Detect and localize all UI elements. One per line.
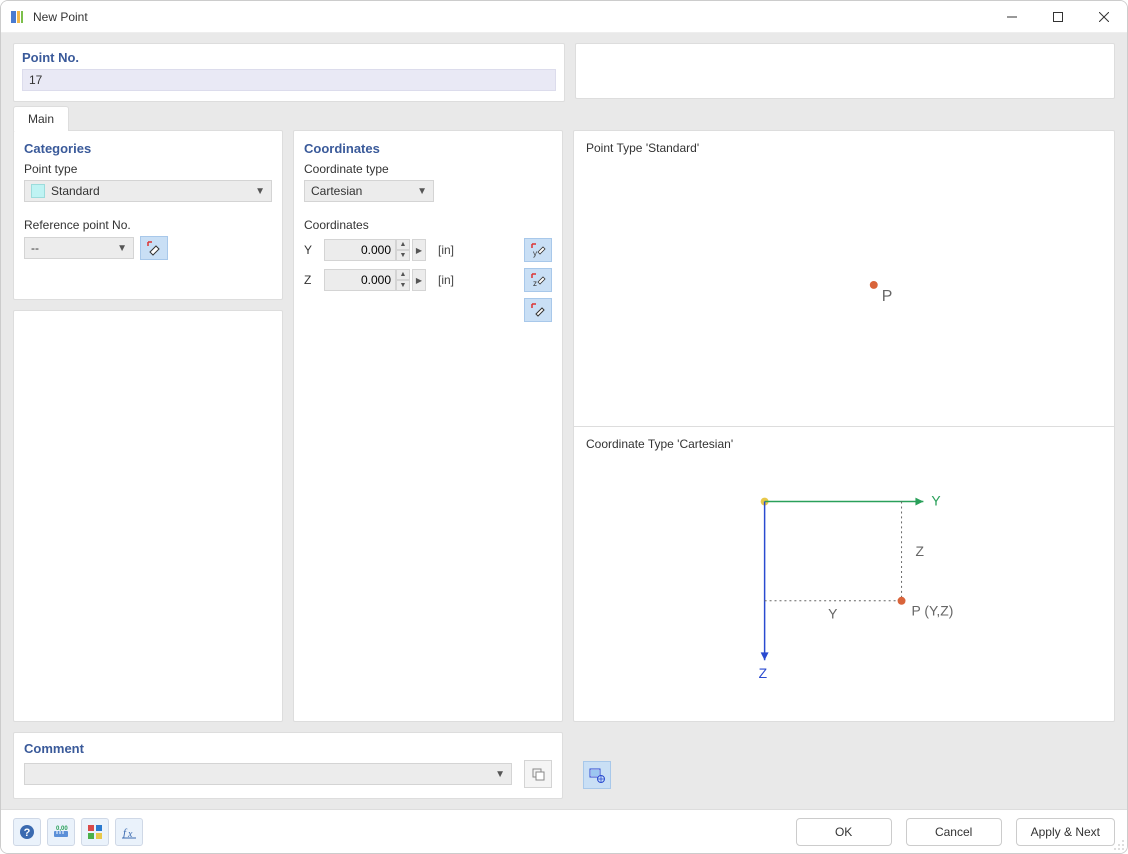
maximize-button[interactable] — [1035, 1, 1081, 33]
svg-text:Z: Z — [759, 665, 768, 681]
coord-y-unit: [in] — [438, 243, 454, 257]
svg-text:y: y — [533, 249, 537, 258]
preview-point-type: Point Type 'Standard' P — [574, 131, 1114, 426]
bottom-bar: ? 0,00 fx OK Cancel Apply & Next — [1, 809, 1127, 853]
apply-next-button[interactable]: Apply & Next — [1016, 818, 1115, 846]
point-type-swatch-icon — [31, 184, 45, 198]
svg-text:0,00: 0,00 — [56, 826, 68, 832]
tab-strip: Main — [1, 102, 1127, 130]
svg-text:Y: Y — [931, 492, 940, 508]
categories-group: Categories Point type Standard ▼ Referen… — [13, 130, 283, 300]
chevron-down-icon: ▼ — [255, 186, 265, 197]
coord-pick-all-button[interactable] — [524, 298, 552, 322]
tab-main[interactable]: Main — [13, 106, 69, 131]
chevron-down-icon: ▼ — [495, 769, 505, 780]
titlebar: New Point — [1, 1, 1127, 33]
preview-panel: Point Type 'Standard' P Coordinate Type … — [573, 130, 1115, 722]
point-no-panel: Point No. — [13, 43, 565, 102]
coords-label: Coordinates — [304, 218, 552, 232]
coord-z-input[interactable] — [324, 269, 396, 291]
svg-text:?: ? — [24, 827, 31, 839]
minimize-button[interactable] — [989, 1, 1035, 33]
close-button[interactable] — [1081, 1, 1127, 33]
coord-row-z: Z ▲▼ ▶ [in] z — [304, 268, 552, 292]
svg-text:Y: Y — [828, 605, 837, 621]
comment-copy-button[interactable] — [524, 760, 552, 788]
app-icon — [9, 9, 25, 25]
units-button[interactable]: 0,00 — [47, 818, 75, 846]
coord-z-pick-button[interactable]: z — [524, 268, 552, 292]
display-options-button[interactable] — [81, 818, 109, 846]
svg-text:z: z — [533, 279, 537, 288]
ref-point-value: -- — [31, 241, 39, 255]
coord-y-input[interactable] — [324, 239, 396, 261]
cancel-button[interactable]: Cancel — [906, 818, 1002, 846]
categories-title: Categories — [24, 141, 272, 156]
ref-point-pick-button[interactable] — [140, 236, 168, 260]
point-type-value: Standard — [51, 184, 100, 198]
new-point-dialog: New Point Point No. Main Categories Poin… — [0, 0, 1128, 854]
ref-point-label: Reference point No. — [24, 218, 272, 232]
preview-coord-type: Coordinate Type 'Cartesian' Y Z — [574, 426, 1114, 722]
coord-z-unit: [in] — [438, 273, 454, 287]
chevron-down-icon: ▼ — [417, 186, 427, 197]
chevron-down-icon: ▼ — [117, 243, 127, 254]
coordinates-title: Coordinates — [304, 141, 552, 156]
svg-text:P: P — [882, 288, 893, 305]
coordinates-group: Coordinates Coordinate type Cartesian ▼ … — [293, 130, 563, 722]
ok-button[interactable]: OK — [796, 818, 892, 846]
comment-panel: Comment ▼ — [13, 732, 563, 799]
categories-blank-panel — [13, 310, 283, 722]
coord-y-label: Y — [304, 243, 316, 257]
coord-type-diagram: Y Z P (Y,Z) Z Y — [586, 451, 1102, 691]
formula-button[interactable]: fx — [115, 818, 143, 846]
point-no-input[interactable] — [22, 69, 556, 91]
preview-bottom-title: Coordinate Type 'Cartesian' — [586, 437, 1102, 451]
coord-y-pick-button[interactable]: y — [524, 238, 552, 262]
coord-z-step-button[interactable]: ▶ — [412, 269, 426, 291]
comment-select[interactable]: ▼ — [24, 763, 512, 785]
coord-row-y: Y ▲▼ ▶ [in] y — [304, 238, 552, 262]
svg-text:P (Y,Z): P (Y,Z) — [911, 602, 953, 618]
coord-type-value: Cartesian — [311, 184, 362, 198]
coord-type-select[interactable]: Cartesian ▼ — [304, 180, 434, 202]
coord-type-label: Coordinate type — [304, 162, 552, 176]
svg-text:Z: Z — [915, 543, 924, 559]
coord-z-spinner[interactable]: ▲▼ — [396, 269, 410, 291]
point-type-diagram: P — [586, 155, 1102, 395]
resize-grip-icon[interactable] — [1113, 839, 1125, 851]
coord-z-label: Z — [304, 273, 316, 287]
preview-top-title: Point Type 'Standard' — [586, 141, 1102, 155]
window-title: New Point — [33, 10, 88, 24]
point-no-label: Point No. — [22, 50, 556, 65]
point-type-select[interactable]: Standard ▼ — [24, 180, 272, 202]
coord-y-spinner[interactable]: ▲▼ — [396, 239, 410, 261]
help-button[interactable]: ? — [13, 818, 41, 846]
comment-title: Comment — [24, 741, 552, 756]
point-type-label: Point type — [24, 162, 272, 176]
coord-y-step-button[interactable]: ▶ — [412, 239, 426, 261]
display-settings-button[interactable] — [583, 761, 611, 789]
top-right-empty-panel — [575, 43, 1115, 99]
ref-point-select[interactable]: -- ▼ — [24, 237, 134, 259]
